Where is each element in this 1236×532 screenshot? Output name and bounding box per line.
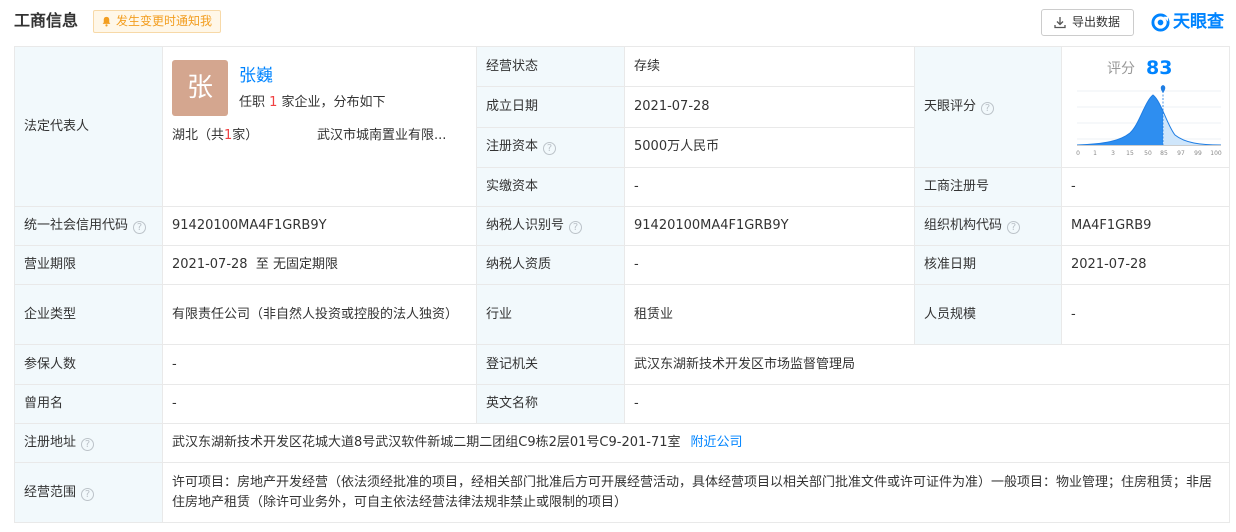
score-label-cell: 天眼评分? bbox=[914, 46, 1062, 168]
term-value: 2021-07-28 至 无固定期限 bbox=[162, 245, 477, 285]
term-label: 营业期限 bbox=[14, 245, 163, 285]
notify-label: 发生变更时通知我 bbox=[116, 14, 213, 28]
english-name-label: 英文名称 bbox=[476, 384, 625, 424]
tick-label: 1 bbox=[1093, 150, 1097, 157]
taxpayer-quality-value: - bbox=[624, 245, 915, 285]
org-code-value: MA4F1GRB9 bbox=[1061, 206, 1230, 246]
brand-name: 天眼查 bbox=[1173, 12, 1224, 32]
english-name-value: - bbox=[624, 384, 1230, 424]
authority-label: 登记机关 bbox=[476, 344, 625, 385]
region-summary[interactable]: 湖北（共1家） bbox=[172, 126, 258, 146]
bell-icon bbox=[102, 16, 111, 27]
section-header: 工商信息 发生变更时通知我 导出数据 天眼查 bbox=[0, 0, 1236, 46]
legal-rep-name-link[interactable]: 张巍 bbox=[239, 65, 273, 87]
legal-rep-cell: 张 张巍 任职 1 家企业，分布如下 湖北（共1家） 武汉市城南置业有限... bbox=[162, 46, 477, 207]
former-name-value: - bbox=[162, 384, 477, 424]
tick-label: 3 bbox=[1111, 150, 1115, 157]
credit-code-value: 91420100MA4F1GRB9Y bbox=[162, 206, 477, 246]
reg-no-value: - bbox=[1061, 166, 1230, 208]
paid-capital-value: - bbox=[624, 166, 915, 208]
download-icon bbox=[1054, 17, 1066, 29]
insured-label: 参保人数 bbox=[14, 344, 163, 385]
tick-label: 85 bbox=[1160, 150, 1168, 157]
score-cell[interactable]: 评分 83 0 1 3 15 50 85 97 99 100 bbox=[1061, 46, 1230, 168]
legal-rep-desc: 任职 1 家企业，分布如下 bbox=[239, 95, 386, 110]
help-icon[interactable]: ? bbox=[569, 221, 583, 234]
founded-label: 成立日期 bbox=[476, 86, 625, 128]
company-type-value: 有限责任公司（非自然人投资或控股的法人独资） bbox=[162, 284, 477, 345]
help-icon[interactable]: ? bbox=[81, 487, 95, 501]
founded-value: 2021-07-28 bbox=[624, 86, 915, 128]
staff-size-label: 人员规模 bbox=[914, 284, 1062, 345]
authority-value: 武汉东湖新技术开发区市场监督管理局 bbox=[624, 344, 1230, 385]
nearby-companies-link[interactable]: 附近公司 bbox=[691, 435, 743, 450]
approve-date-value: 2021-07-28 bbox=[1061, 245, 1230, 285]
section-title: 工商信息 bbox=[14, 11, 79, 30]
notify-change-button[interactable]: 发生变更时通知我 bbox=[93, 10, 222, 33]
score-value: 83 bbox=[1146, 57, 1173, 80]
address-value: 武汉东湖新技术开发区花城大道8号武汉软件新城二期二团组C9栋2层01号C9-20… bbox=[162, 423, 1230, 463]
paid-capital-label: 实缴资本 bbox=[476, 166, 625, 208]
org-code-label: 组织机构代码? bbox=[914, 206, 1062, 246]
taxpayer-id-label: 纳税人识别号? bbox=[476, 206, 625, 246]
tianyancha-logo-icon bbox=[1151, 13, 1170, 32]
help-icon[interactable]: ? bbox=[1007, 221, 1021, 234]
staff-size-value: - bbox=[1061, 284, 1230, 345]
tick-label: 97 bbox=[1177, 150, 1185, 157]
business-scope-value: 许可项目：房地产开发经营（依法须经批准的项目，经相关部门批准后方可开展经营活动，… bbox=[162, 462, 1230, 523]
taxpayer-quality-label: 纳税人资质 bbox=[476, 245, 625, 285]
help-icon[interactable]: ? bbox=[981, 101, 995, 115]
export-data-button[interactable]: 导出数据 bbox=[1041, 9, 1134, 36]
approve-date-label: 核准日期 bbox=[914, 245, 1062, 285]
address-label: 注册地址? bbox=[14, 423, 163, 463]
brand-logo[interactable]: 天眼查 bbox=[1151, 10, 1224, 34]
related-company-link[interactable]: 武汉市城南置业有限... bbox=[317, 126, 462, 146]
insured-value: - bbox=[162, 344, 477, 385]
company-type-label: 企业类型 bbox=[14, 284, 163, 345]
capital-label: 注册资本? bbox=[476, 126, 625, 168]
tick-label: 100 bbox=[1210, 150, 1222, 157]
capital-value: 5000万人民币 bbox=[624, 126, 915, 168]
score-caption: 评分 bbox=[1107, 61, 1135, 78]
score-distribution-chart: 0 1 3 15 50 85 97 99 100 bbox=[1076, 85, 1222, 157]
credit-code-label: 统一社会信用代码? bbox=[14, 206, 163, 246]
help-icon[interactable]: ? bbox=[543, 142, 557, 156]
avatar[interactable]: 张 bbox=[172, 60, 228, 116]
business-info-table: 法定代表人 张 张巍 任职 1 家企业，分布如下 湖北（共1家） 武汉市城南置业… bbox=[14, 45, 1230, 523]
status-label: 经营状态 bbox=[476, 45, 625, 88]
industry-label: 行业 bbox=[476, 284, 625, 345]
tick-label: 50 bbox=[1144, 150, 1152, 157]
status-value: 存续 bbox=[624, 45, 915, 88]
reg-no-label: 工商注册号 bbox=[914, 166, 1062, 208]
business-scope-label: 经营范围? bbox=[14, 462, 163, 523]
industry-value: 租赁业 bbox=[624, 284, 915, 345]
help-icon[interactable]: ? bbox=[133, 221, 147, 234]
help-icon[interactable]: ? bbox=[81, 438, 95, 451]
former-name-label: 曾用名 bbox=[14, 384, 163, 424]
tick-label: 0 bbox=[1076, 150, 1080, 157]
tick-label: 15 bbox=[1126, 150, 1134, 157]
export-label: 导出数据 bbox=[1072, 15, 1121, 29]
tick-label: 99 bbox=[1194, 150, 1202, 157]
legal-rep-label-cell: 法定代表人 bbox=[14, 46, 163, 207]
taxpayer-id-value: 91420100MA4F1GRB9Y bbox=[624, 206, 915, 246]
